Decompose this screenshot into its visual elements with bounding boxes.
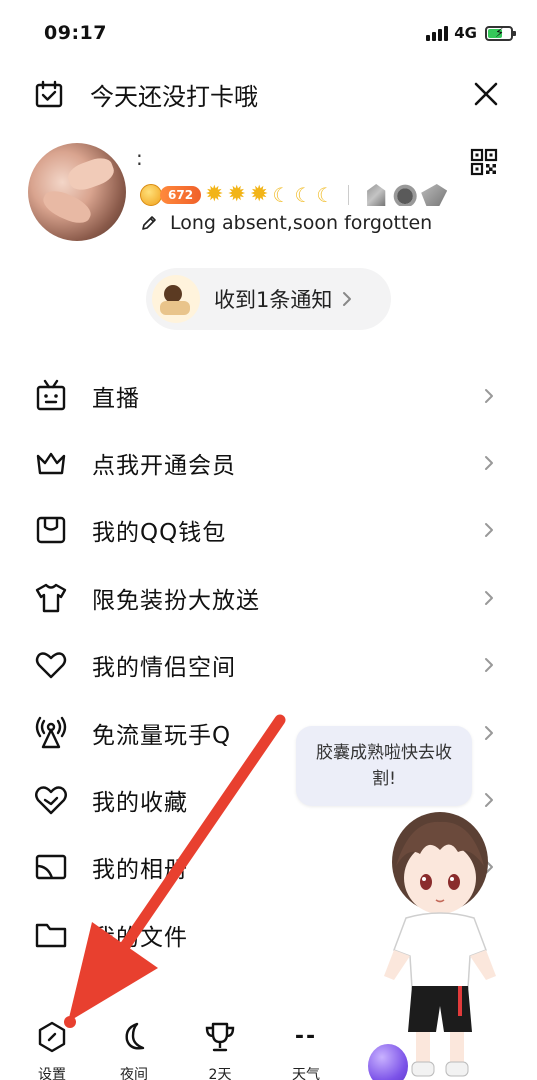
menu-item-label: 我的文件 (92, 924, 188, 951)
capsule-balloon[interactable] (368, 1044, 408, 1080)
heart-icon (35, 652, 67, 679)
menu-item-dressup[interactable]: 限免装扮大放送 (0, 564, 537, 631)
chevron-right-icon (485, 658, 493, 673)
notification-avatar (152, 275, 200, 323)
notification-text: 收到1条通知 (214, 288, 333, 312)
nickname[interactable]: : (136, 146, 143, 170)
chevron-right-icon (343, 292, 352, 306)
chevron-right-icon (485, 590, 493, 605)
weather-label: 天气 (292, 1067, 320, 1080)
close-icon (474, 82, 498, 106)
status-indicators: 4G ⚡ (426, 24, 516, 42)
wallet-icon (36, 517, 66, 544)
menu-item-live[interactable]: 直播 (0, 362, 537, 429)
night-mode-label: 夜间 (120, 1067, 148, 1080)
night-mode-button[interactable]: 夜间 (104, 1020, 164, 1080)
moon-level-icon: ☾ (272, 183, 291, 207)
chevron-right-icon (485, 388, 493, 403)
close-button[interactable] (468, 76, 504, 112)
chevron-right-icon (485, 523, 493, 538)
menu-item-label: 限免装扮大放送 (92, 587, 260, 614)
menu-item-label: 免流量玩手Q (92, 722, 232, 749)
heart-tag-icon (35, 786, 67, 815)
trophy-icon (205, 1022, 235, 1052)
level-points: 672 (160, 186, 202, 204)
checkin-row[interactable]: 今天还没打卡哦 (34, 72, 504, 116)
calendar-check-icon (35, 80, 63, 108)
cellular-signal-icon (426, 25, 449, 41)
crown-icon (36, 452, 66, 475)
vip-badge-icon (393, 184, 417, 206)
album-icon (35, 855, 67, 880)
badge-divider (348, 185, 350, 205)
tshirt-icon (35, 583, 67, 613)
status-time: 09:17 (44, 22, 107, 44)
days-button[interactable]: 2天 (190, 1020, 250, 1080)
network-type: 4G (454, 24, 477, 42)
menu-item-couple-space[interactable]: 我的情侣空间 (0, 632, 537, 699)
moon-icon (125, 1022, 145, 1050)
pencil-icon (142, 216, 156, 230)
sun-level-icon: ✹ (227, 182, 246, 207)
checkin-text: 今天还没打卡哦 (90, 82, 258, 111)
menu-item-label: 我的QQ钱包 (92, 520, 227, 547)
settings-button[interactable]: 设置 (22, 1020, 82, 1080)
notification-dot (64, 1016, 76, 1028)
menu-item-wallet[interactable]: 我的QQ钱包 (0, 497, 537, 564)
moon-level-icon: ☾ (294, 183, 313, 207)
avatar[interactable] (28, 143, 126, 241)
signature-text: Long absent,soon forgotten (170, 212, 433, 234)
settings-label: 设置 (38, 1067, 66, 1080)
live-tv-icon (36, 379, 66, 410)
signal-tower-icon (35, 716, 67, 748)
weather-value: -- (294, 1024, 318, 1049)
notification-button[interactable]: 收到1条通知 (146, 268, 391, 330)
qr-code-icon[interactable] (470, 148, 498, 176)
chevron-right-icon (485, 725, 493, 740)
menu-item-label: 点我开通会员 (92, 453, 236, 480)
battery-icon: ⚡ (485, 25, 516, 41)
weather-button[interactable]: -- 天气 (276, 1020, 336, 1080)
chevron-right-icon (485, 456, 493, 471)
menu-item-label: 我的相册 (92, 857, 188, 884)
menu-item-label: 我的情侣空间 (92, 655, 236, 682)
vip-badge-icon (421, 184, 448, 206)
menu-item-label: 直播 (92, 385, 140, 412)
moon-level-icon: ☾ (316, 183, 335, 207)
menu-item-label: 我的收藏 (92, 790, 188, 817)
sun-level-icon: ✹ (249, 182, 269, 207)
menu-item-vip[interactable]: 点我开通会员 (0, 429, 537, 496)
level-badges[interactable]: 672 ✹ ✹ ✹ ☾ ☾ ☾ (140, 182, 448, 208)
mascot-bubble-text: 胶囊成熟啦快去收割! (316, 743, 452, 789)
mascot-speech-bubble[interactable]: 胶囊成熟啦快去收割! (296, 726, 472, 806)
status-bar: 09:17 4G ⚡ (0, 0, 537, 66)
sun-level-icon: ✹ (205, 182, 224, 207)
folder-icon (35, 923, 67, 948)
days-label: 2天 (208, 1067, 232, 1080)
signature-row[interactable]: Long absent,soon forgotten (140, 212, 432, 234)
vip-badge-icon (367, 184, 386, 206)
coin-icon (140, 184, 162, 206)
bottom-toolbar: 设置 夜间 2天 -- 天气 (0, 1012, 537, 1080)
